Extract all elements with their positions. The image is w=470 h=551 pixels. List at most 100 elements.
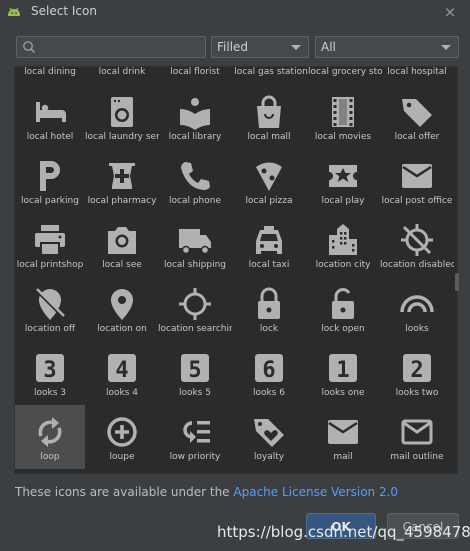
icon-tile[interactable]: location city [308, 213, 378, 277]
icon-tile[interactable]: local laundry ser [85, 85, 159, 149]
icon-label: local dining [24, 67, 76, 77]
svg-text:6: 6 [262, 358, 275, 383]
icon-label: loop [40, 452, 60, 462]
looks-two-icon: 2 [403, 354, 431, 383]
icon-tile[interactable]: location off [15, 277, 85, 341]
icon-tile[interactable]: 6 looks 6 [234, 341, 304, 405]
icon-label: local see [102, 260, 142, 270]
category-select[interactable]: All [315, 36, 459, 58]
scrollbar-thumb[interactable] [455, 273, 459, 291]
license-link[interactable]: Apache License Version 2.0 [233, 485, 398, 499]
license-text: These icons are available under the [15, 485, 234, 499]
icon-tile[interactable]: 2 looks two [382, 341, 452, 405]
lock-open-icon [332, 288, 354, 319]
category-select-value: All [321, 40, 336, 54]
style-select-value: Filled [217, 40, 249, 54]
truck-icon [179, 229, 211, 255]
android-icon [8, 7, 20, 16]
icon-tile[interactable]: 3 looks 3 [15, 341, 85, 405]
icon-label: local parking [21, 196, 79, 206]
icon-label: local post office [381, 196, 453, 206]
search-icon [23, 41, 36, 54]
svg-text:2: 2 [410, 358, 423, 383]
icon-tile[interactable]: local library [160, 85, 230, 149]
icon-tile[interactable]: local offer [382, 85, 452, 149]
icon-label: looks 6 [252, 388, 285, 398]
icon-label: local laundry ser [85, 132, 159, 142]
loop-icon [38, 417, 62, 447]
icon-label: mail [333, 452, 353, 462]
icon-label: location city [315, 260, 371, 270]
icon-label: mail outline [390, 452, 444, 462]
icon-label: local gas station [234, 67, 308, 77]
icon-label: location on [97, 324, 147, 334]
icon-tile[interactable]: lock [234, 277, 304, 341]
icon-tile[interactable]: local mall [234, 85, 304, 149]
icon-label: looks 5 [178, 388, 211, 398]
looks-one-icon: 1 [329, 354, 357, 383]
taxi-icon [256, 226, 282, 254]
icon-tile[interactable]: location searching [158, 277, 232, 341]
icon-tile[interactable]: 1 looks one [308, 341, 378, 405]
search-field[interactable] [16, 36, 206, 58]
phone-icon [181, 162, 210, 190]
chevron-down-icon [441, 45, 451, 50]
icon-tile[interactable]: local shipping [160, 213, 230, 277]
icon-label: looks two [395, 388, 439, 398]
loupe-icon [107, 417, 137, 447]
location-off-icon [35, 288, 65, 320]
icon-tile[interactable]: local phone [160, 149, 230, 213]
printer-icon [35, 225, 65, 256]
lock-icon [258, 287, 280, 319]
icon-tile[interactable]: local taxi [234, 213, 304, 277]
icon-tile[interactable]: local play [308, 149, 378, 213]
icon-tile[interactable]: mail outline [382, 405, 452, 469]
play-ticket-icon [329, 165, 357, 187]
icon-tile[interactable]: location on [87, 277, 157, 341]
title-bar: Select Icon × [0, 0, 470, 24]
location-pin-icon [111, 289, 133, 320]
icon-tile[interactable]: location disabled [380, 213, 454, 277]
icon-label: local movies [314, 132, 372, 142]
icon-tile[interactable]: local parking [15, 149, 85, 213]
icon-label: local taxi [248, 260, 290, 270]
icon-tile[interactable]: loyalty [234, 405, 304, 469]
icon-tile[interactable]: local movies [308, 85, 378, 149]
svg-text:5: 5 [188, 358, 201, 383]
icon-tile[interactable]: loop [15, 405, 85, 469]
icon-label: local offer [394, 132, 440, 142]
window-title: Select Icon [31, 4, 97, 18]
icon-tile[interactable]: local pharmacy [87, 149, 157, 213]
icon-tile[interactable]: loupe [87, 405, 157, 469]
icon-label: local mall [247, 132, 291, 142]
icon-tile[interactable]: mail [308, 405, 378, 469]
icon-tile[interactable]: 4 looks 4 [87, 341, 157, 405]
style-select[interactable]: Filled [211, 36, 309, 58]
icon-tile[interactable]: low priority [160, 405, 230, 469]
watermark: https://blog.csdn.net/qq_45984789 [217, 523, 470, 541]
svg-text:4: 4 [115, 358, 128, 383]
icon-tile[interactable]: local see [87, 213, 157, 277]
svg-text:3: 3 [43, 358, 56, 383]
library-icon [180, 98, 210, 130]
city-icon [329, 224, 357, 255]
close-button[interactable]: × [440, 2, 460, 22]
icon-tile[interactable]: looks [382, 277, 452, 341]
icon-tile[interactable]: local pizza [234, 149, 304, 213]
icon-tile[interactable]: lock open [308, 277, 378, 341]
pizza-icon [256, 162, 282, 191]
license-note: These icons are available under the Apac… [15, 485, 398, 499]
icon-label: loyalty [253, 452, 285, 462]
icon-label: local pharmacy [87, 196, 157, 206]
icon-label: local printshop [16, 260, 84, 270]
icon-label: location searching [158, 324, 232, 334]
search-input[interactable] [41, 39, 205, 57]
looks-arc-icon [400, 295, 434, 313]
icon-tile[interactable]: 5 looks 5 [160, 341, 230, 405]
camera-icon [108, 227, 136, 254]
mail-outline-icon [401, 419, 433, 445]
icon-tile[interactable]: local printshop [15, 213, 85, 277]
icon-tile[interactable]: local post office [382, 149, 452, 213]
icon-tile[interactable]: local hotel [15, 85, 85, 149]
looks-6-icon: 6 [255, 354, 283, 383]
